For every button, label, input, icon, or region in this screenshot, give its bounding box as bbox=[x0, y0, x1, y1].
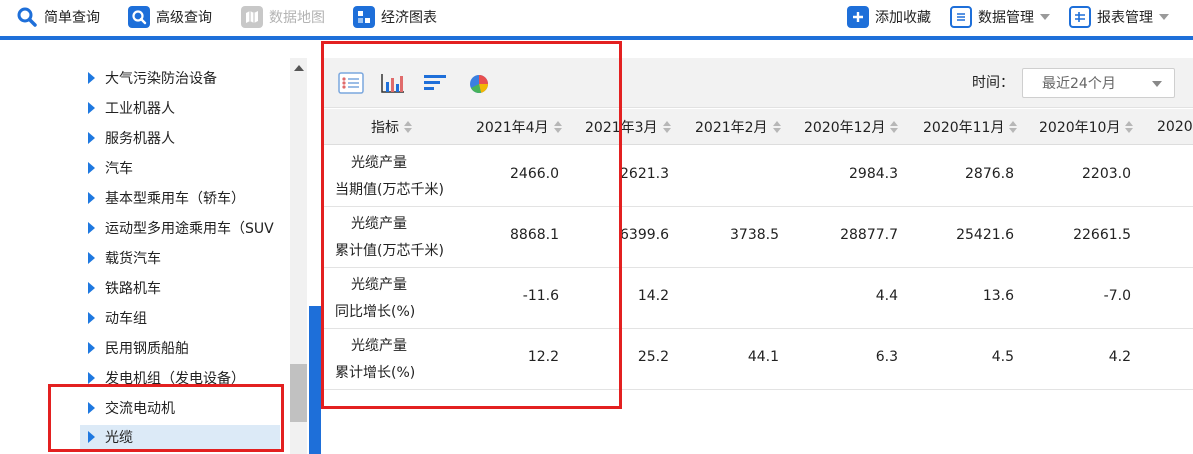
table-cell: 2203.0 bbox=[1082, 166, 1131, 182]
tree-item[interactable]: 服务机器人 bbox=[88, 126, 175, 150]
chevron-down-icon bbox=[1159, 14, 1169, 20]
tree-item[interactable]: 动车组 bbox=[88, 306, 147, 330]
chart-icon bbox=[353, 6, 375, 28]
top-toolbar: 简单查询 高级查询 数据地图 经济图表 添加收藏 数据管理 报表管理 bbox=[0, 0, 1193, 36]
data-management-menu[interactable]: 数据管理 bbox=[950, 5, 1050, 29]
table-cell: 2876.8 bbox=[965, 166, 1014, 182]
column-header[interactable]: 2021年2月 bbox=[695, 109, 781, 145]
tree-item[interactable]: 大气污染防治设备 bbox=[88, 66, 217, 90]
sort-icon[interactable] bbox=[1125, 121, 1134, 133]
table-cell: 4.5 bbox=[991, 349, 1014, 365]
time-label: 时间： bbox=[972, 75, 1014, 91]
advanced-query-label: 高级查询 bbox=[156, 10, 212, 26]
table-icon bbox=[1069, 6, 1091, 28]
highlight-box-tree bbox=[48, 384, 284, 452]
map-icon bbox=[241, 6, 263, 28]
sort-icon[interactable] bbox=[662, 121, 671, 133]
caret-right-icon[interactable] bbox=[88, 72, 95, 84]
data-management-label: 数据管理 bbox=[978, 10, 1034, 26]
tree-item-label: 大气污染防治设备 bbox=[105, 71, 217, 87]
economic-chart-label: 经济图表 bbox=[381, 10, 437, 26]
table-cell: 4.4 bbox=[875, 288, 898, 304]
column-header[interactable]: 2020年10月 bbox=[1039, 109, 1134, 145]
caret-right-icon[interactable] bbox=[88, 372, 95, 384]
tree-item-label: 工业机器人 bbox=[105, 101, 175, 117]
tree-item-label: 动车组 bbox=[105, 311, 147, 327]
tree-item-label: 铁路机车 bbox=[105, 281, 161, 297]
highlight-box-table bbox=[321, 41, 622, 409]
sort-icon[interactable] bbox=[1009, 121, 1018, 133]
plus-icon bbox=[847, 6, 869, 28]
caret-right-icon[interactable] bbox=[88, 192, 95, 204]
table-cell: 13.6 bbox=[982, 288, 1014, 304]
tree-item[interactable]: 基本型乘用车（轿车） bbox=[88, 186, 245, 210]
time-range-select[interactable]: 最近24个月 bbox=[1022, 68, 1175, 98]
advanced-search-icon bbox=[128, 6, 150, 28]
tree-item[interactable]: 铁路机车 bbox=[88, 276, 161, 300]
time-range-value: 最近24个月 bbox=[1042, 76, 1116, 92]
caret-right-icon[interactable] bbox=[88, 132, 95, 144]
caret-right-icon[interactable] bbox=[88, 282, 95, 294]
add-favorite-button[interactable]: 添加收藏 bbox=[847, 5, 931, 29]
sort-icon[interactable] bbox=[890, 121, 899, 133]
table-cell: 28877.7 bbox=[840, 227, 898, 243]
caret-up-icon bbox=[293, 65, 304, 71]
column-header[interactable]: 2020 bbox=[1157, 109, 1193, 145]
tree-item-label: 汽车 bbox=[105, 161, 133, 177]
search-icon bbox=[16, 6, 38, 28]
table-cell: 3738.5 bbox=[730, 227, 779, 243]
table-cell: 25421.6 bbox=[956, 227, 1014, 243]
caret-right-icon[interactable] bbox=[88, 102, 95, 114]
simple-query-button[interactable]: 简单查询 bbox=[16, 5, 100, 29]
scrollbar-thumb[interactable] bbox=[290, 364, 307, 422]
tree-item-label: 运动型多用途乘用车（SUV bbox=[105, 221, 274, 237]
data-map-button[interactable]: 数据地图 bbox=[241, 5, 325, 29]
caret-right-icon[interactable] bbox=[88, 342, 95, 354]
add-favorite-label: 添加收藏 bbox=[875, 10, 931, 26]
advanced-query-button[interactable]: 高级查询 bbox=[128, 5, 212, 29]
table-cell: 14.2 bbox=[637, 288, 669, 304]
chevron-down-icon bbox=[1152, 81, 1162, 87]
table-cell: 4.2 bbox=[1108, 349, 1131, 365]
tree-item[interactable]: 运动型多用途乘用车（SUV bbox=[88, 216, 274, 240]
column-header-label: 2020年10月 bbox=[1039, 120, 1121, 136]
table-cell: 25.2 bbox=[637, 349, 669, 365]
tree-item-label: 民用钢质船舶 bbox=[105, 341, 189, 357]
caret-right-icon[interactable] bbox=[88, 312, 95, 324]
table-cell: 44.1 bbox=[747, 349, 779, 365]
column-header-label: 2020 bbox=[1157, 119, 1193, 135]
caret-right-icon[interactable] bbox=[88, 252, 95, 264]
chevron-down-icon bbox=[1040, 14, 1050, 20]
tree-item-label: 服务机器人 bbox=[105, 131, 175, 147]
panel-splitter[interactable] bbox=[309, 306, 321, 454]
report-management-menu[interactable]: 报表管理 bbox=[1069, 5, 1169, 29]
column-header-label: 2021年2月 bbox=[695, 120, 768, 136]
column-header-label: 2020年12月 bbox=[804, 120, 886, 136]
list-icon bbox=[950, 6, 972, 28]
data-map-label: 数据地图 bbox=[269, 10, 325, 26]
tree-item[interactable]: 工业机器人 bbox=[88, 96, 175, 120]
table-cell: 2621.3 bbox=[620, 166, 669, 182]
table-cell: -7.0 bbox=[1103, 288, 1131, 304]
tree-item-label: 基本型乘用车（轿车） bbox=[105, 191, 245, 207]
scroll-up-button[interactable] bbox=[290, 58, 307, 78]
tree-item[interactable]: 民用钢质船舶 bbox=[88, 336, 189, 360]
economic-chart-button[interactable]: 经济图表 bbox=[353, 5, 437, 29]
column-header[interactable]: 2020年11月 bbox=[923, 109, 1018, 145]
column-header[interactable]: 2020年12月 bbox=[804, 109, 899, 145]
table-cell: 22661.5 bbox=[1073, 227, 1131, 243]
sort-icon[interactable] bbox=[772, 121, 781, 133]
tree-item[interactable]: 载货汽车 bbox=[88, 246, 161, 270]
tree-item-label: 载货汽车 bbox=[105, 251, 161, 267]
table-cell: 6399.6 bbox=[620, 227, 669, 243]
table-cell: 2984.3 bbox=[849, 166, 898, 182]
simple-query-label: 简单查询 bbox=[44, 10, 100, 26]
report-management-label: 报表管理 bbox=[1097, 10, 1153, 26]
column-header-label: 2020年11月 bbox=[923, 120, 1005, 136]
tree-item[interactable]: 汽车 bbox=[88, 156, 133, 180]
table-cell: 6.3 bbox=[875, 349, 898, 365]
caret-right-icon[interactable] bbox=[88, 162, 95, 174]
caret-right-icon[interactable] bbox=[88, 222, 95, 234]
